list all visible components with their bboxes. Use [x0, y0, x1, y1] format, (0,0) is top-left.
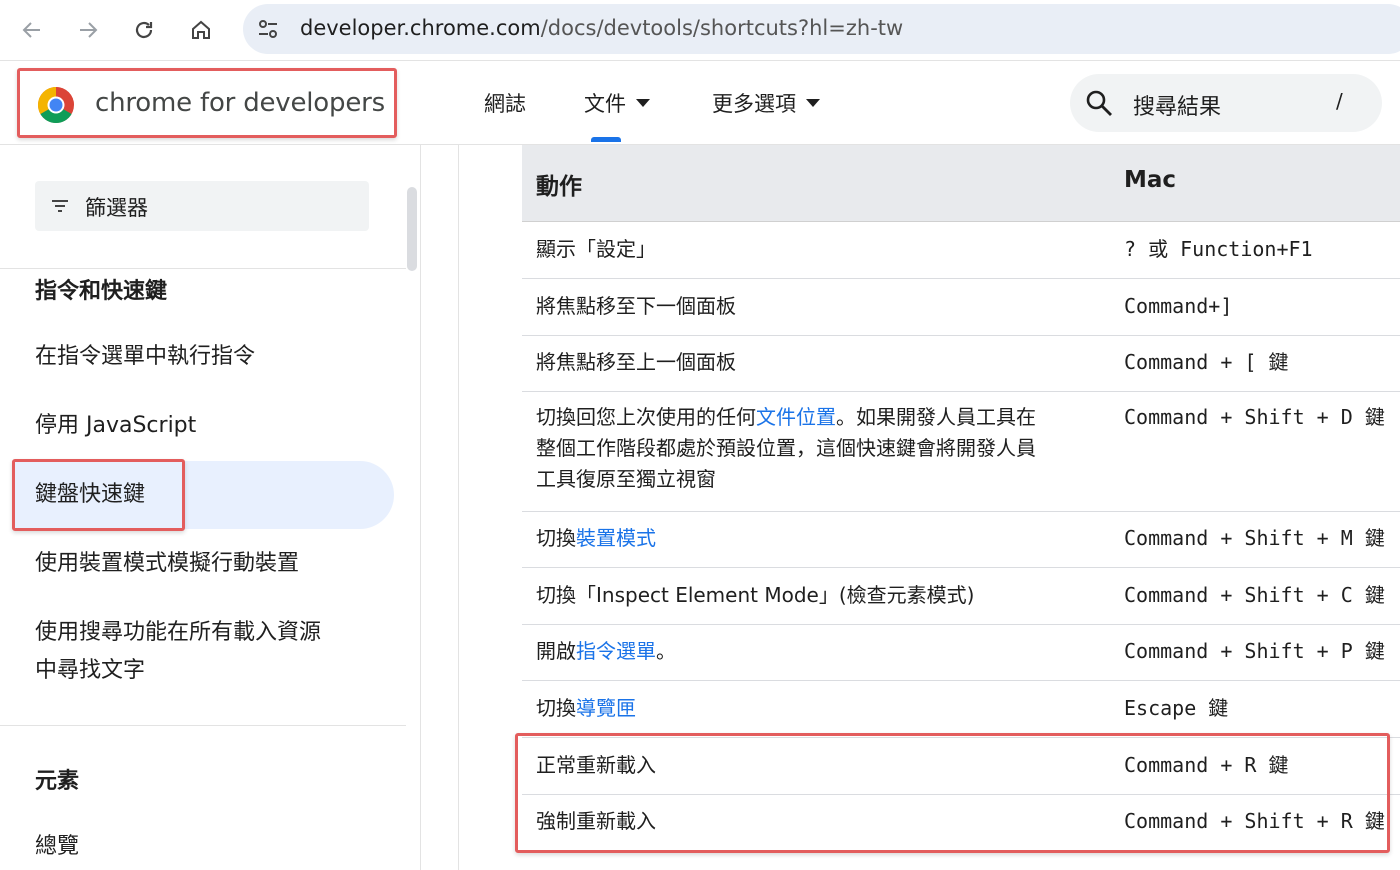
- address-bar[interactable]: developer.chrome.com/docs/devtools/short…: [243, 4, 1400, 54]
- chrome-logo-icon: [37, 86, 74, 124]
- filter-input[interactable]: 篩選器: [35, 181, 369, 231]
- table-row: 切換回您上次使用的任何文件位置。如果開發人員工具在 整個工作階段都處於預設位置，…: [522, 392, 1400, 512]
- nav-blog-label: 網誌: [484, 92, 526, 116]
- action-text: 切換: [536, 526, 576, 550]
- reload-icon: [135, 21, 153, 39]
- action-cell: 將焦點移至下一個面板: [536, 294, 736, 318]
- filter-icon: [52, 200, 68, 212]
- device-mode-link[interactable]: 裝置模式: [576, 526, 656, 550]
- sidebar-divider: [0, 725, 406, 726]
- sidebar-item-device-mode[interactable]: 使用裝置模式模擬行動裝置: [35, 545, 299, 583]
- site-header: chrome for developers 網誌 文件 更多選項 搜尋結果 /: [0, 62, 1400, 145]
- action-cell: 切換回您上次使用的任何文件位置。如果開發人員工具在 整個工作階段都處於預設位置，…: [536, 402, 1106, 495]
- mac-cell: Command + Shift + D 鍵: [1124, 405, 1385, 429]
- site-logo[interactable]: chrome for developers: [17, 68, 397, 138]
- brand-name: chrome for developers: [95, 88, 385, 118]
- mac-cell: Command + Shift + C 鍵: [1124, 583, 1385, 607]
- action-text: 切換回您上次使用的任何: [536, 405, 756, 429]
- arrow-right-icon: [80, 22, 98, 38]
- action-cell: 將焦點移至上一個面板: [536, 350, 736, 374]
- action-cell: 開啟指令選單。: [536, 636, 676, 667]
- action-cell: 切換導覽匣: [536, 693, 636, 724]
- action-text: 切換: [536, 696, 576, 720]
- nav-docs-label: 文件: [584, 92, 626, 116]
- sidebar-highlight-box: [12, 459, 185, 531]
- sidebar: 篩選器 指令和快速鍵 在指令選單中執行指令 停用 JavaScript 鍵盤快速…: [0, 145, 421, 870]
- action-cell: 顯示「設定」: [536, 237, 656, 261]
- arrow-left-icon: [22, 22, 40, 38]
- action-text: 。如果開發人員工具在: [836, 405, 1036, 429]
- mac-cell: Escape 鍵: [1124, 696, 1229, 720]
- back-button[interactable]: [12, 10, 52, 50]
- mac-cell: Command + Shift + M 鍵: [1124, 526, 1385, 550]
- nav-docs[interactable]: 文件: [584, 88, 650, 118]
- browser-toolbar: developer.chrome.com/docs/devtools/short…: [0, 0, 1400, 61]
- column-header-mac: Mac: [1124, 167, 1177, 193]
- sidebar-scrollbar[interactable]: [407, 187, 417, 271]
- search-input[interactable]: 搜尋結果 /: [1070, 74, 1382, 132]
- panel-placement-link[interactable]: 文件位置: [756, 405, 836, 429]
- chevron-down-icon: [806, 99, 820, 107]
- reload-rows-highlight-box: [515, 733, 1390, 853]
- active-tab-indicator: [591, 137, 621, 142]
- reload-button[interactable]: [124, 10, 164, 50]
- sidebar-section-title-elements: 元素: [35, 769, 80, 794]
- drawer-link[interactable]: 導覽匣: [576, 696, 636, 720]
- sidebar-item-search-cont[interactable]: 中尋找文字: [35, 652, 145, 690]
- table-row: 切換裝置模式 Command + Shift + M 鍵: [522, 511, 1400, 568]
- action-line: 切換回您上次使用的任何文件位置。如果開發人員工具在: [536, 402, 1106, 433]
- mac-cell: Command + [ 鍵: [1124, 350, 1289, 374]
- home-button[interactable]: [181, 10, 221, 50]
- search-shortcut-hint: /: [1336, 89, 1343, 113]
- action-line: 工具復原至獨立視窗: [536, 467, 716, 491]
- table-row: 切換「Inspect Element Mode」(檢查元素模式) Command…: [522, 568, 1400, 625]
- action-cell: 切換裝置模式: [536, 523, 656, 554]
- site-settings-icon[interactable]: [255, 16, 281, 42]
- sidebar-divider: [0, 268, 406, 269]
- chevron-down-icon: [636, 99, 650, 107]
- table-row: 顯示「設定」 ? 或 Function+F1: [522, 222, 1400, 279]
- nav-more-label: 更多選項: [712, 92, 796, 116]
- home-icon: [192, 20, 210, 39]
- filter-placeholder: 篩選器: [85, 196, 148, 220]
- sidebar-item-run-commands[interactable]: 在指令選單中執行指令: [35, 338, 255, 376]
- url-path: /docs/devtools/shortcuts?hl=zh-tw: [540, 16, 904, 40]
- sidebar-item-search[interactable]: 使用搜尋功能在所有載入資源: [35, 614, 321, 652]
- search-icon: [1086, 90, 1112, 116]
- mac-cell: Command+]: [1124, 294, 1233, 318]
- column-header-action: 動作: [536, 174, 582, 200]
- nav-more[interactable]: 更多選項: [712, 88, 820, 118]
- action-cell: 切換「Inspect Element Mode」(檢查元素模式): [536, 583, 975, 607]
- sidebar-section-title: 指令和快速鍵: [35, 279, 168, 304]
- nav-blog[interactable]: 網誌: [484, 88, 526, 118]
- sidebar-item-disable-javascript[interactable]: 停用 JavaScript: [35, 407, 196, 445]
- mac-cell: ? 或 Function+F1: [1124, 237, 1313, 261]
- command-menu-link[interactable]: 指令選單: [576, 639, 656, 663]
- table-row: 開啟指令選單。 Command + Shift + P 鍵: [522, 624, 1400, 681]
- search-placeholder: 搜尋結果: [1133, 95, 1222, 120]
- table-row: 將焦點移至下一個面板 Command+]: [522, 279, 1400, 336]
- url-host: developer.chrome.com: [300, 16, 541, 40]
- table-row: 切換導覽匣 Escape 鍵: [522, 681, 1400, 738]
- table-header: 動作 Mac: [522, 145, 1400, 222]
- mac-cell: Command + Shift + P 鍵: [1124, 639, 1385, 663]
- forward-button[interactable]: [68, 10, 108, 50]
- action-text: 開啟: [536, 639, 576, 663]
- action-text: 。: [656, 639, 676, 663]
- table-row: 將焦點移至上一個面板 Command + [ 鍵: [522, 335, 1400, 392]
- url-text[interactable]: developer.chrome.com/docs/devtools/short…: [300, 16, 903, 40]
- sidebar-item-overview[interactable]: 總覽: [35, 828, 79, 866]
- action-line: 整個工作階段都處於預設位置，這個快速鍵會將開發人員: [536, 436, 1036, 460]
